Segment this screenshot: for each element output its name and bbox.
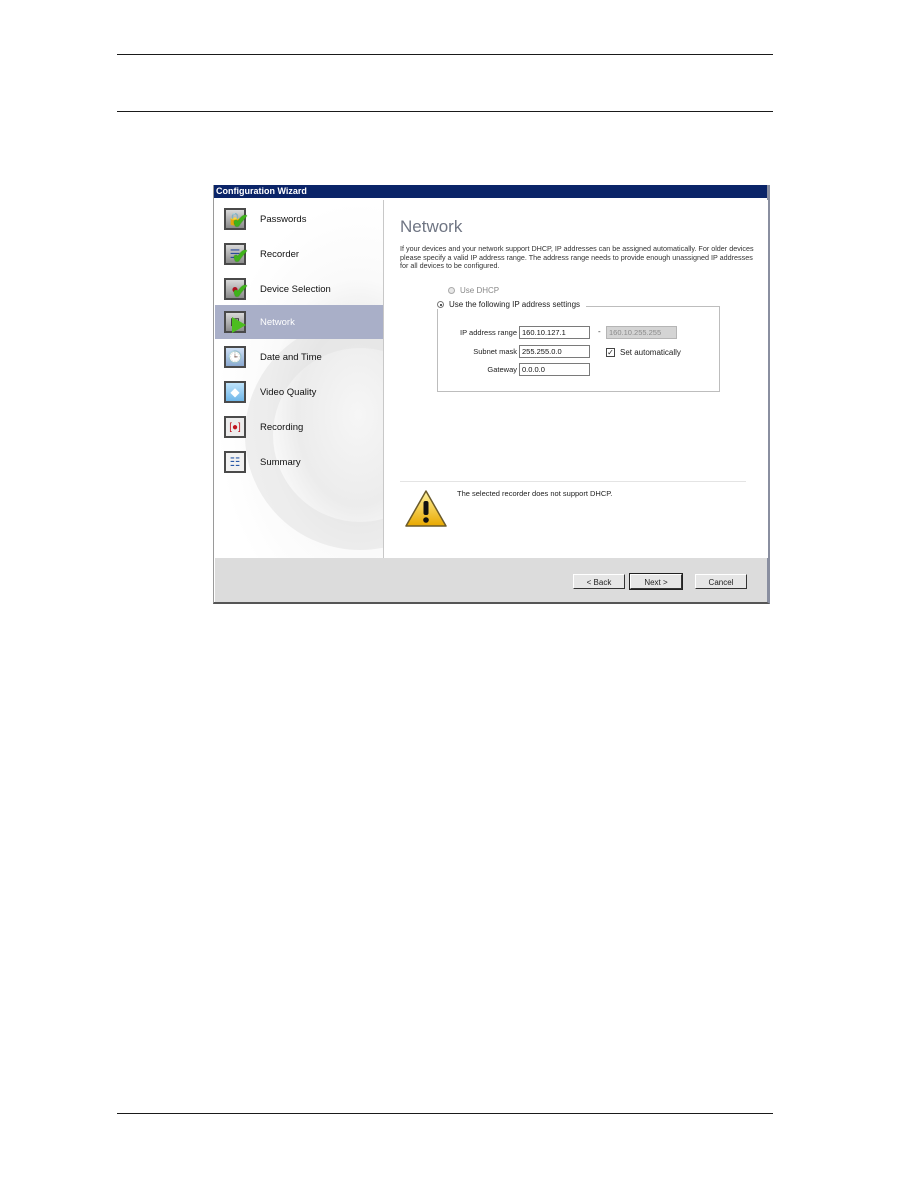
- ip-range-start-input[interactable]: 160.10.127.1: [519, 326, 590, 339]
- subnet-mask-label: Subnet mask: [473, 347, 517, 356]
- sidebar-item-passwords[interactable]: 🔒 ✔ Passwords: [215, 202, 383, 236]
- sidebar-item-label: Network: [260, 316, 295, 328]
- set-automatically-checkbox[interactable]: ✓: [606, 348, 615, 357]
- sidebar-item-label: Recorder: [260, 248, 300, 260]
- sidebar-item-video-quality[interactable]: ◆ Video Quality: [215, 375, 383, 409]
- gateway-label: Gateway: [487, 365, 517, 374]
- warning-separator: [400, 481, 746, 482]
- sidebar-item-label: Video Quality: [260, 386, 317, 398]
- sidebar-item-label: Recording: [260, 421, 304, 433]
- sidebar-item-label: Date and Time: [260, 351, 322, 363]
- page-title: Network: [400, 217, 463, 236]
- set-automatically-option[interactable]: ✓ Set automatically: [606, 348, 681, 357]
- intro-text: If your devices and your network support…: [400, 244, 754, 271]
- network-settings-panel: Network If your devices and your network…: [384, 200, 768, 558]
- sidebar-item-recording[interactable]: [●] Recording: [215, 410, 383, 444]
- subnet-mask-input[interactable]: 255.255.0.0: [519, 345, 590, 358]
- checkmark-icon: ✔: [232, 211, 249, 233]
- cancel-button[interactable]: Cancel: [695, 574, 747, 589]
- back-button[interactable]: < Back: [573, 574, 625, 589]
- range-separator: -: [598, 327, 601, 336]
- set-automatically-label: Set automatically: [620, 348, 681, 357]
- warning-icon: [405, 490, 447, 527]
- sidebar-item-network[interactable]: ⊞ Network: [215, 305, 383, 339]
- page-footer-rule: [117, 1113, 773, 1114]
- ip-range-label: IP address range: [460, 328, 517, 337]
- ip-range-end-input[interactable]: 160.10.255.255: [606, 326, 677, 339]
- use-dhcp-option[interactable]: Use DHCP: [448, 286, 499, 295]
- page-header-rule-bottom: [117, 111, 773, 112]
- diamond-icon: ◆: [224, 381, 246, 403]
- page-header-rule-top: [117, 54, 773, 55]
- warning-message: The selected recorder does not support D…: [457, 489, 613, 498]
- configuration-wizard-window: Configuration Wizard 🔒 ✔ Passwords ☰ ✔ Rec…: [213, 185, 770, 604]
- use-static-ip-option[interactable]: Use the following IP address settings: [437, 300, 587, 309]
- use-static-ip-radio[interactable]: [437, 301, 444, 308]
- gateway-input[interactable]: 0.0.0.0: [519, 363, 590, 376]
- use-static-ip-label: Use the following IP address settings: [449, 300, 581, 309]
- next-button[interactable]: Next >: [629, 573, 683, 590]
- window-title: Configuration Wizard: [214, 185, 767, 198]
- sidebar-item-label: Passwords: [260, 213, 307, 225]
- lock-icon: 🔒 ✔: [224, 208, 249, 233]
- checkmark-icon: ✔: [232, 246, 249, 268]
- clock-icon: 🕒: [224, 346, 246, 368]
- sidebar-item-device-selection[interactable]: ● ✔ Device Selection: [215, 272, 383, 306]
- checkmark-icon: ✔: [232, 281, 249, 303]
- recorder-icon: ☰ ✔: [224, 243, 249, 268]
- summary-icon: ☷: [224, 451, 246, 473]
- use-dhcp-radio[interactable]: [448, 287, 455, 294]
- arrow-right-icon: [232, 317, 246, 333]
- wizard-steps-sidebar: 🔒 ✔ Passwords ☰ ✔ Recorder ● ✔ Device Selec…: [215, 200, 384, 558]
- network-icon: ⊞: [224, 311, 246, 333]
- use-dhcp-label: Use DHCP: [460, 286, 500, 295]
- sidebar-item-date-and-time[interactable]: 🕒 Date and Time: [215, 340, 383, 374]
- sidebar-item-label: Device Selection: [260, 283, 331, 295]
- sidebar-item-summary[interactable]: ☷ Summary: [215, 445, 383, 479]
- device-icon: ● ✔: [224, 278, 249, 303]
- sidebar-item-recorder[interactable]: ☰ ✔ Recorder: [215, 237, 383, 271]
- record-icon: [●]: [224, 416, 246, 438]
- wizard-footer: < Back Next > Cancel: [215, 558, 767, 602]
- sidebar-item-label: Summary: [260, 456, 301, 468]
